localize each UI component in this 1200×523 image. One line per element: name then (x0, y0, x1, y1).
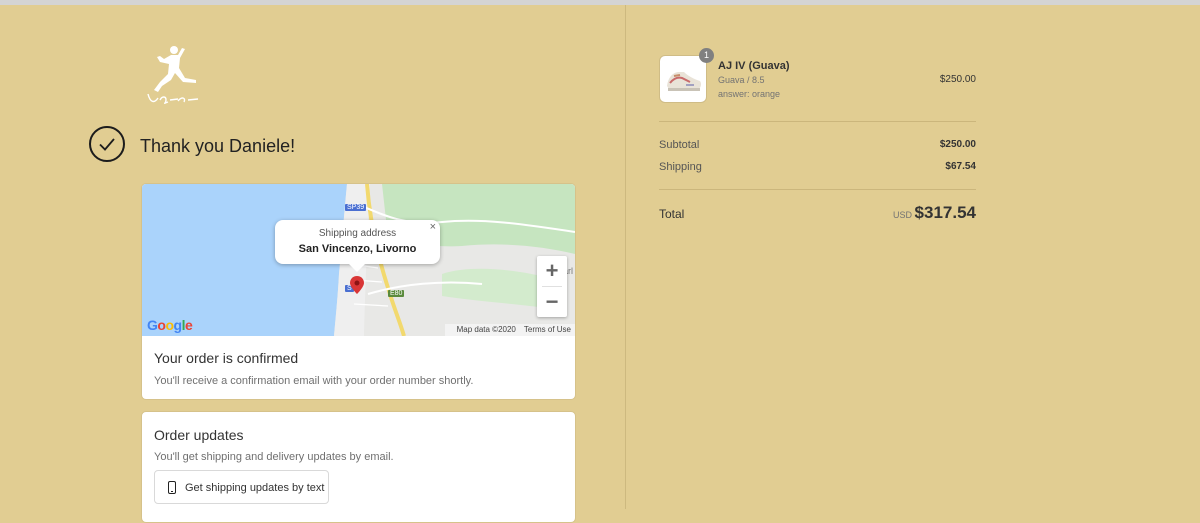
close-icon[interactable]: × (430, 221, 436, 233)
map-zoom-controls: + − (537, 256, 567, 317)
order-confirmed-title: Your order is confirmed (154, 350, 299, 366)
order-confirmed-text: You'll receive a confirmation email with… (154, 375, 474, 387)
zoom-in-button[interactable]: + (537, 256, 567, 286)
sms-updates-button[interactable]: Get shipping updates by text (154, 470, 329, 504)
location-pin-icon[interactable] (350, 276, 364, 294)
google-letter: G (147, 317, 158, 333)
phone-icon (168, 481, 176, 494)
popup-label: Shipping address (318, 228, 397, 239)
total-value: $317.54 (914, 203, 976, 222)
quantity-badge: 1 (699, 48, 714, 63)
order-updates-text: You'll get shipping and delivery updates… (154, 451, 394, 463)
browser-top-bar (0, 0, 1200, 5)
order-updates-title: Order updates (154, 427, 244, 443)
shipping-map[interactable]: SP39 S E80 arl Shipping address San Vinc… (142, 184, 575, 336)
column-divider (625, 5, 626, 509)
jordan-jumpman-logo[interactable] (138, 44, 202, 110)
google-letter: e (184, 317, 193, 333)
terms-of-use-link[interactable]: Terms of Use (524, 325, 571, 334)
subtotal-value: $250.00 (939, 139, 976, 150)
subtotal-label: Subtotal (659, 139, 700, 151)
order-updates-card: Order updates You'll get shipping and de… (141, 411, 576, 523)
google-letter: g (173, 317, 183, 333)
google-logo[interactable]: Google (147, 317, 193, 333)
shipping-label: Shipping (659, 161, 702, 173)
product-price: $250.00 (939, 74, 976, 85)
total-divider (659, 189, 976, 190)
sms-updates-label: Get shipping updates by text (185, 482, 325, 494)
zoom-out-button[interactable]: − (537, 287, 567, 317)
road-label-e80: E80 (388, 290, 405, 297)
order-confirmed-card: SP39 S E80 arl Shipping address San Vinc… (141, 183, 576, 400)
google-letter: o (165, 317, 174, 333)
currency-code: USD (893, 210, 913, 220)
map-attribution: Map data ©2020 Terms of Use (444, 324, 575, 336)
product-name: AJ IV (Guava) (718, 60, 790, 72)
product-property: answer: orange (718, 89, 781, 99)
summary-divider (659, 121, 976, 122)
total-label: Total (659, 207, 685, 221)
map-data-text: Map data ©2020 (456, 325, 516, 334)
popup-address: San Vincenzo, Livorno (298, 243, 417, 255)
product-thumbnail (659, 55, 707, 103)
road-label-sp39: SP39 (345, 204, 367, 211)
thank-you-heading: Thank you Daniele! (140, 136, 296, 156)
shipping-address-popup: Shipping address San Vincenzo, Livorno × (275, 220, 440, 272)
shipping-value: $67.54 (945, 161, 976, 172)
check-icon (89, 126, 125, 162)
product-variant: Guava / 8.5 (718, 75, 765, 85)
